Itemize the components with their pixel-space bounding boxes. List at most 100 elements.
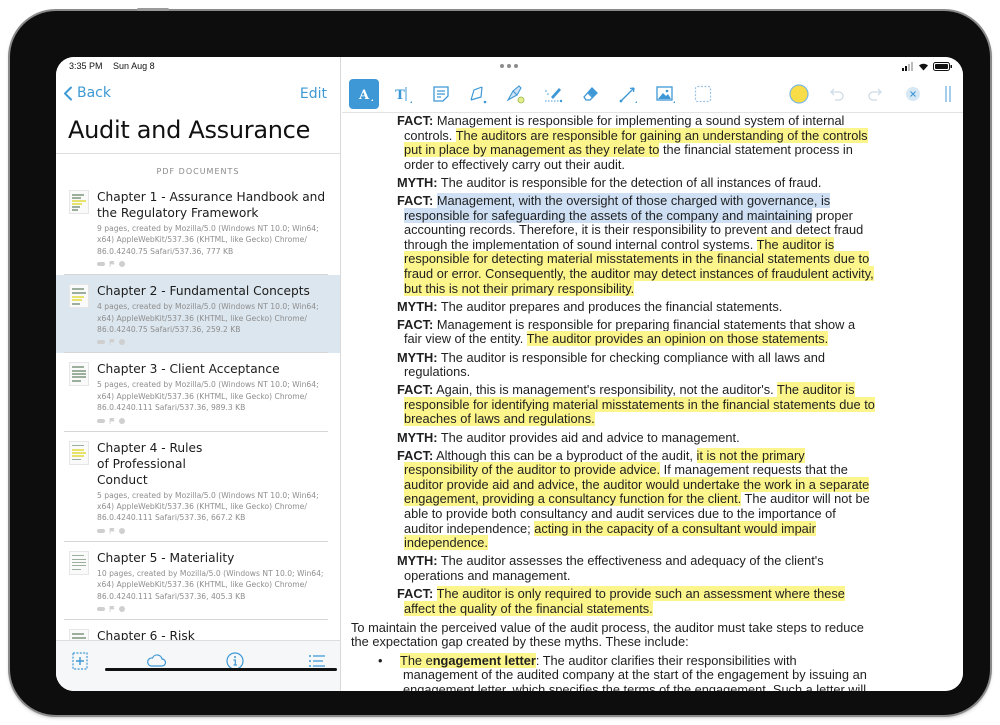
highlighted-text[interactable]: put in place by management as they relat… <box>404 142 660 158</box>
image-icon <box>656 86 675 103</box>
annotation-toolbar: A T <box>342 75 963 113</box>
eraser-tool[interactable] <box>575 79 605 109</box>
paragraph-label: FACT: <box>397 193 434 208</box>
highlighted-text[interactable]: responsible for identifying material mis… <box>404 396 875 412</box>
document-list-item[interactable]: Chapter 5 - Materiality 10 pages, created… <box>56 542 340 621</box>
smart-pen-icon <box>545 88 563 103</box>
paragraph-label: MYTH: <box>397 429 438 445</box>
image-tool[interactable] <box>650 79 680 109</box>
close-icon <box>906 87 920 101</box>
drag-handle-icon <box>945 86 951 102</box>
document-status-icons <box>97 338 330 346</box>
text-line: but this is not their primary responsibi… <box>397 280 877 297</box>
highlighted-text[interactable]: acting in the capacity of a consultant w… <box>534 520 816 536</box>
document-status-icons <box>97 417 330 425</box>
highlighted-text[interactable]: responsibility of the auditor to provide… <box>404 462 661 478</box>
ipad-frame: 3:35 PM Sun Aug 8 Back Edit Audit and As… <box>10 8 990 715</box>
highlighted-text[interactable]: responsible for detecting material misst… <box>404 251 870 267</box>
highlighted-text[interactable]: The auditor is <box>756 236 835 252</box>
screen: 3:35 PM Sun Aug 8 Back Edit Audit and As… <box>56 57 963 691</box>
highlighted-text[interactable]: affect the quality of the financial stat… <box>404 600 653 616</box>
document-list-item[interactable]: Chapter 2 - Fundamental Concepts 4 pages,… <box>56 275 340 354</box>
text-line: FACT: Again, this is management's respon… <box>397 382 877 398</box>
highlighted-text[interactable]: fraud or error. Consequently, the audito… <box>404 265 874 281</box>
selected-text[interactable]: responsible for safeguarding the assets … <box>404 207 813 223</box>
text-line: auditor provide aid and advice, the audi… <box>397 476 877 493</box>
text-line: engagement letter, which specifies the t… <box>400 682 920 691</box>
edit-button[interactable]: Edit <box>300 86 327 102</box>
text-line: fair view of the entity. The auditor pro… <box>397 331 877 347</box>
text-line: FACT: The auditor is only required to pr… <box>397 586 877 602</box>
document-sidebar: 3:35 PM Sun Aug 8 Back Edit Audit and As… <box>56 57 341 691</box>
text-line: The engagement letter: The auditor clari… <box>400 652 920 669</box>
body-paragraph: To maintain the perceived value of the a… <box>351 620 871 650</box>
fact-paragraph: FACT: Although this can be a byproduct o… <box>397 447 877 551</box>
highlighted-text[interactable]: engagement, providing a consultancy func… <box>404 491 742 507</box>
svg-text:A: A <box>358 88 370 103</box>
highlighter-tool[interactable] <box>500 79 530 109</box>
redo-button[interactable] <box>860 79 890 109</box>
paragraph-label: FACT: <box>397 114 434 128</box>
text-annotation-tool[interactable]: A <box>349 79 379 109</box>
highlighted-text[interactable]: but this is not their primary responsibi… <box>404 280 635 296</box>
selected-text[interactable]: Management, with the oversight of those … <box>436 193 831 208</box>
battery-icon <box>933 62 952 71</box>
text-span: controls. <box>404 127 456 143</box>
text-line: responsible for detecting material misst… <box>397 251 877 267</box>
fact-paragraph: FACT: Management is responsible for impl… <box>397 114 877 172</box>
myth-paragraph: MYTH: The auditor assesses the effective… <box>397 553 877 584</box>
text-span: The auditor prepares and produces the fi… <box>440 298 783 314</box>
smart-pen-tool[interactable] <box>538 79 568 109</box>
document-meta: 4 pages, created by Mozilla/5.0 (Windows… <box>97 302 319 335</box>
term-plain: The e <box>400 652 433 668</box>
highlighted-text[interactable]: The auditor is only required to provide … <box>436 586 845 601</box>
fact-paragraph: FACT: The auditor is only required to pr… <box>397 586 877 617</box>
myth-paragraph: MYTH: The auditor is responsible for the… <box>397 174 877 191</box>
toolbar-drag-handle[interactable] <box>933 79 963 109</box>
highlighted-text[interactable]: breaches of laws and regulations. <box>404 411 595 427</box>
line-tool[interactable] <box>613 79 643 109</box>
text-line: FACT: Management is responsible for impl… <box>397 114 877 129</box>
flag-icon <box>109 339 115 346</box>
text-line: FACT: Management is responsible for prep… <box>397 317 877 333</box>
fact-paragraph: FACT: Again, this is management's respon… <box>397 382 877 427</box>
highlighted-text[interactable]: The auditor is <box>777 382 855 398</box>
highlighted-text[interactable]: it is not the primary <box>696 447 805 463</box>
flag-icon <box>109 527 115 534</box>
color-picker-button[interactable] <box>784 79 814 109</box>
text-line: affect the quality of the financial stat… <box>397 600 877 617</box>
document-list-item[interactable]: Chapter 1 - Assurance Handbook and the R… <box>56 181 340 276</box>
pdf-page-content[interactable]: FACT: Management is responsible for impl… <box>342 114 963 691</box>
document-list-item[interactable]: Chapter 4 - Rules of Professional Conduc… <box>56 432 340 543</box>
text-span: The auditor is responsible for the detec… <box>440 174 822 190</box>
pen-tool[interactable] <box>463 79 493 109</box>
add-document-button[interactable] <box>69 650 91 672</box>
cellular-signal-icon <box>902 62 913 71</box>
term-bold: ngagement letter <box>432 652 536 668</box>
text-span: Management is responsible for implementi… <box>436 114 845 128</box>
document-list-item[interactable]: Chapter 3 - Client Acceptance 5 pages, cr… <box>56 353 340 432</box>
close-annotation-button[interactable] <box>898 79 928 109</box>
undo-button[interactable] <box>822 79 852 109</box>
text-line: order to effectively carry out their aud… <box>397 156 877 173</box>
back-button[interactable]: Back <box>63 85 111 101</box>
note-tool[interactable] <box>426 79 456 109</box>
multitasking-grabber[interactable] <box>500 64 518 68</box>
highlighted-text[interactable]: The auditors are responsible for gaining… <box>455 127 868 143</box>
highlighted-text[interactable]: The auditor provides an opinion on those… <box>526 331 829 347</box>
text-span: fair view of the entity. <box>404 331 527 347</box>
highlighted-term[interactable]: The engagement letter <box>400 652 536 668</box>
text-span: order to effectively carry out their aud… <box>404 156 625 172</box>
selection-tool[interactable] <box>688 79 718 109</box>
text-line: operations and management. <box>397 568 877 584</box>
paragraph-label: MYTH: <box>397 553 438 569</box>
sidebar-bottom-toolbar <box>56 640 340 691</box>
text-line: FACT: Although this can be a byproduct o… <box>397 447 877 464</box>
highlighted-text[interactable]: auditor provide aid and advice, the audi… <box>404 476 870 492</box>
text-line: FACT: Management, with the oversight of … <box>397 193 877 209</box>
text-line: responsible for identifying material mis… <box>397 396 877 413</box>
highlighted-text[interactable]: independence. <box>404 535 488 551</box>
text-box-tool[interactable]: T <box>388 79 418 109</box>
text-box-icon: T <box>395 87 412 103</box>
highlighter-icon <box>506 85 525 104</box>
